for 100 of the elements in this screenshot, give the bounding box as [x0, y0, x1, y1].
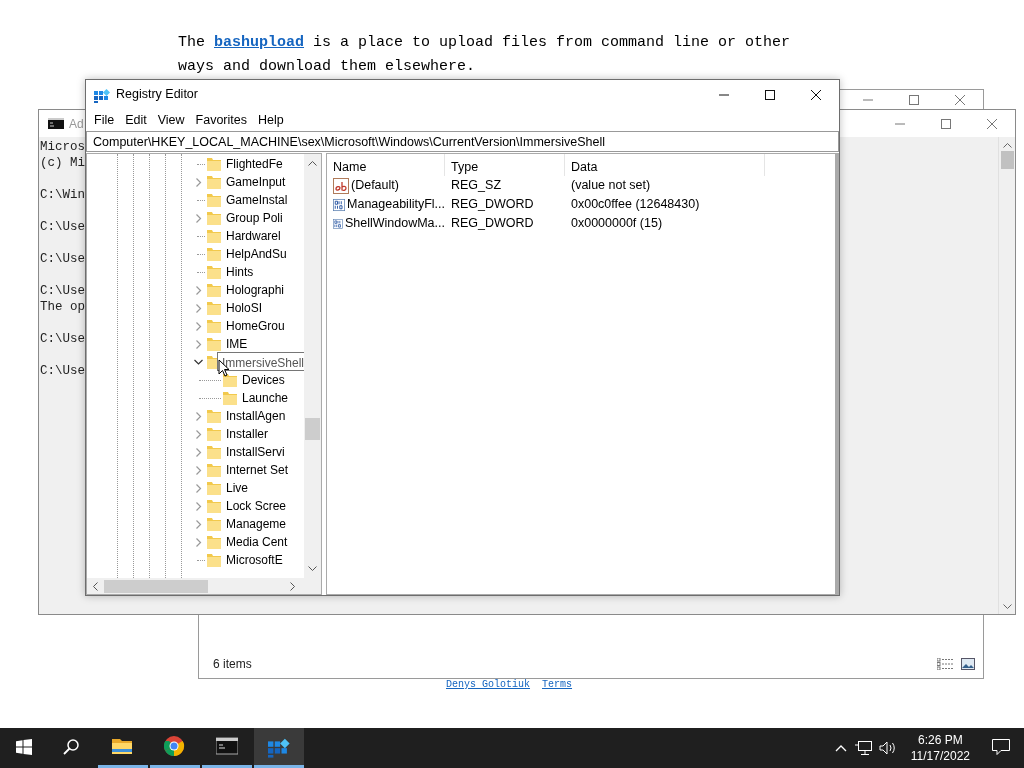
tree-item[interactable]: Group Poli — [226, 209, 283, 227]
folder-icon — [207, 192, 221, 208]
folder-icon — [223, 372, 237, 388]
folder-icon — [207, 336, 221, 352]
folder-icon — [207, 426, 221, 442]
column-header[interactable]: Type — [445, 154, 565, 176]
tree-item[interactable]: IME — [226, 335, 248, 353]
folder-icon — [207, 210, 221, 226]
scroll-up-icon[interactable] — [1002, 142, 1012, 148]
clock[interactable]: 6:26 PM 11/17/2022 — [902, 732, 978, 764]
menu-item[interactable]: Edit — [120, 109, 153, 129]
collapse-icon[interactable] — [193, 358, 203, 366]
chrome-icon — [164, 735, 186, 758]
tree-item[interactable]: HoloSI — [226, 299, 263, 317]
window-title: Ad — [69, 115, 84, 133]
binary-value-icon — [333, 196, 346, 213]
scroll-thumb[interactable] — [104, 579, 208, 593]
folder-icon — [207, 318, 221, 334]
table-cell-text: REG_SZ — [450, 177, 502, 195]
menu-item[interactable]: File — [89, 109, 121, 129]
tree-item[interactable]: Live — [226, 479, 248, 497]
tree-item[interactable]: Manageme — [226, 515, 287, 533]
console-line: C:\Use — [40, 219, 85, 235]
tree-item[interactable]: Internet Set — [226, 461, 289, 479]
folder-icon — [207, 552, 221, 568]
table-cell-text: REG_DWORD — [450, 215, 535, 233]
folder-icon — [207, 282, 221, 298]
chevron-up-icon[interactable] — [834, 744, 847, 752]
tree-item[interactable]: Holographi — [226, 281, 285, 299]
scroll-thumb[interactable] — [1000, 151, 1014, 169]
large-icons-view-icon[interactable] — [961, 658, 975, 670]
scrollbar[interactable] — [304, 154, 321, 578]
volume-icon[interactable] — [878, 740, 897, 756]
console-line: C:\Use — [40, 363, 85, 379]
expand-icon[interactable] — [194, 177, 202, 187]
tree-item[interactable]: Hardwarel — [226, 227, 281, 245]
tree-item[interactable]: MicrosoftE — [226, 551, 283, 569]
bashupload-link[interactable]: bashupload — [214, 34, 305, 51]
registry-icon — [94, 86, 110, 103]
tree-item[interactable]: HelpAndSu — [226, 245, 287, 263]
folder-icon — [207, 300, 221, 316]
tree-item[interactable]: GameInstal — [226, 191, 288, 209]
tree-item[interactable]: Launche — [242, 389, 289, 407]
network-icon[interactable] — [854, 740, 873, 756]
tree-item[interactable]: Media Cent — [226, 533, 288, 551]
scrollbar[interactable] — [87, 578, 321, 594]
folder-icon — [207, 462, 221, 478]
string-value-icon — [333, 177, 349, 194]
console-line: C:\Win — [40, 187, 85, 203]
folder-icon — [207, 174, 221, 190]
value-name[interactable]: ShellWindowMa... — [344, 214, 445, 233]
scroll-thumb[interactable] — [305, 418, 320, 440]
column-header[interactable]: Data — [565, 154, 765, 176]
menu-item[interactable]: View — [152, 109, 191, 129]
folder-icon — [223, 390, 237, 406]
tree-item[interactable]: Installer — [226, 425, 269, 443]
terminal-icon — [48, 118, 64, 129]
menu-item[interactable]: Favorites — [190, 109, 253, 129]
tooltip: ImmersiveShell — [217, 352, 304, 371]
console-line: C:\Use — [40, 283, 85, 299]
folder-icon — [207, 444, 221, 460]
console-line: The op — [40, 299, 85, 315]
close-icon — [986, 118, 998, 129]
console-line: C:\Use — [40, 331, 85, 347]
footer-link[interactable]: Terms — [542, 677, 573, 692]
scroll-down-icon[interactable] — [1002, 604, 1012, 610]
console-line: C:\Use — [40, 251, 85, 267]
tree-item[interactable]: Hints — [226, 263, 254, 281]
tree-item[interactable]: InstallAgen — [226, 407, 286, 425]
menu-item[interactable]: Help — [253, 109, 290, 129]
tree-item[interactable]: Lock Scree — [226, 497, 287, 515]
search-icon — [63, 738, 79, 755]
maximize-icon — [908, 95, 920, 105]
folder-icon — [207, 408, 221, 424]
maximize-icon — [764, 89, 776, 100]
scroll-up-icon[interactable] — [308, 160, 317, 166]
tree-item[interactable]: Devices — [242, 371, 285, 389]
close-icon — [954, 95, 966, 105]
expand-icon[interactable] — [194, 213, 202, 223]
tree-item[interactable]: FlightedFe — [226, 155, 283, 173]
address-bar[interactable]: Computer\HKEY_LOCAL_MACHINE\sex\Microsoft\Windows\CurrentVersion\ImmersiveShell — [86, 131, 839, 152]
folder-icon — [207, 246, 221, 262]
scroll-right-icon[interactable] — [290, 581, 296, 591]
tree-item[interactable]: InstallServi — [226, 443, 285, 461]
notification-icon — [992, 738, 1010, 755]
value-name[interactable]: ManageabilityFl... — [347, 195, 445, 214]
scroll-down-icon[interactable] — [308, 566, 317, 572]
column-header[interactable]: Name — [327, 154, 445, 176]
intro-text: The bashupload is a place to upload files from command line or other ways and download them elsewhere. — [178, 33, 792, 77]
value-name[interactable]: (Default) — [351, 176, 399, 195]
close-icon — [810, 89, 822, 100]
tree-item[interactable]: GameInput — [226, 173, 286, 191]
footer-link[interactable]: Denys Golotiuk — [446, 677, 530, 692]
scroll-left-icon[interactable] — [92, 581, 98, 591]
terminal-icon — [216, 735, 238, 758]
details-view-icon[interactable] — [937, 658, 953, 670]
taskbar-app[interactable] — [254, 728, 304, 768]
scrollbar[interactable] — [998, 137, 1015, 614]
tree-item[interactable]: HomeGrou — [226, 317, 285, 335]
table-cell-text: (value not set) — [570, 177, 651, 195]
